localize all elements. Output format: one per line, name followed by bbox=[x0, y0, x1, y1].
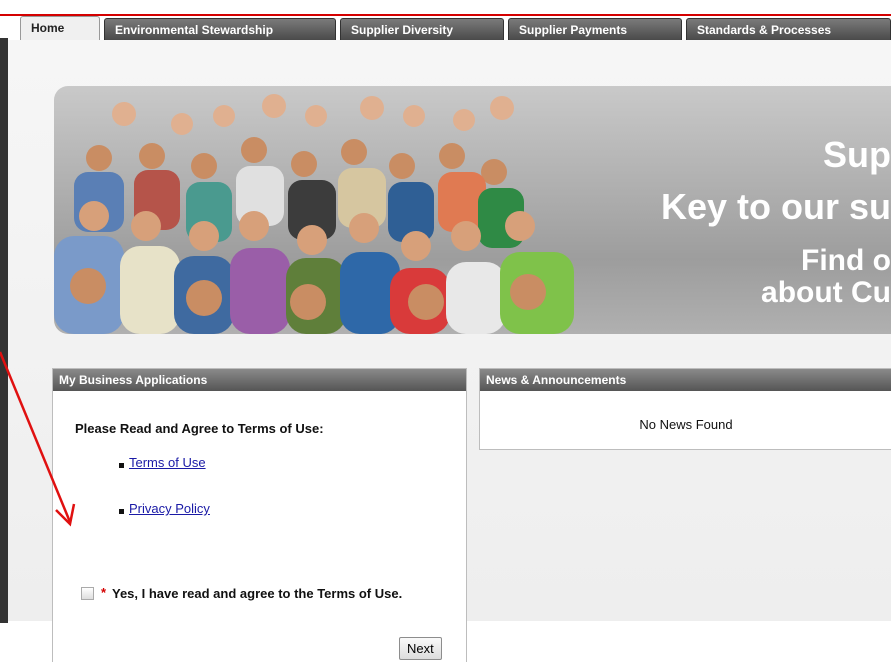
hero-banner: Sup Key to our su Find o about Cu bbox=[54, 86, 891, 334]
empty-news-message: No News Found bbox=[639, 417, 733, 432]
frame-left-border bbox=[0, 38, 8, 623]
top-nav: Home Environmental Stewardship Supplier … bbox=[0, 0, 891, 42]
tab-environmental-stewardship[interactable]: Environmental Stewardship bbox=[104, 18, 336, 40]
privacy-policy-link[interactable]: Privacy Policy bbox=[129, 501, 210, 516]
crowd-photo bbox=[54, 94, 574, 334]
news-panel: News & Announcements No News Found bbox=[479, 368, 891, 450]
next-button[interactable]: Next bbox=[399, 637, 442, 660]
bullet-icon bbox=[119, 509, 124, 514]
business-applications-panel: My Business Applications Please Read and… bbox=[52, 368, 467, 662]
required-marker: * bbox=[101, 585, 107, 600]
bullet-icon bbox=[119, 463, 124, 468]
terms-heading: Please Read and Agree to Terms of Use: bbox=[75, 421, 324, 436]
panel-title: News & Announcements bbox=[480, 369, 891, 391]
nav-accent-line bbox=[0, 14, 891, 16]
hero-subtitle-line2: about Cu bbox=[761, 276, 891, 309]
hero-subtitle-line1: Find o bbox=[801, 244, 891, 277]
tab-standards-processes[interactable]: Standards & Processes bbox=[686, 18, 891, 40]
tab-home[interactable]: Home bbox=[20, 16, 100, 42]
terms-of-use-link[interactable]: Terms of Use bbox=[129, 455, 206, 470]
agree-label: Yes, I have read and agree to the Terms … bbox=[112, 586, 403, 601]
agree-checkbox[interactable] bbox=[81, 587, 94, 600]
tab-supplier-payments[interactable]: Supplier Payments bbox=[508, 18, 682, 40]
page-frame: Sup Key to our su Find o about Cu My Bus… bbox=[0, 38, 891, 662]
hero-title-line2: Key to our su bbox=[660, 186, 891, 227]
panel-title: My Business Applications bbox=[53, 369, 466, 391]
hero-title-line1: Sup bbox=[823, 134, 891, 175]
crowd-heads bbox=[54, 94, 574, 334]
tab-supplier-diversity[interactable]: Supplier Diversity bbox=[340, 18, 504, 40]
